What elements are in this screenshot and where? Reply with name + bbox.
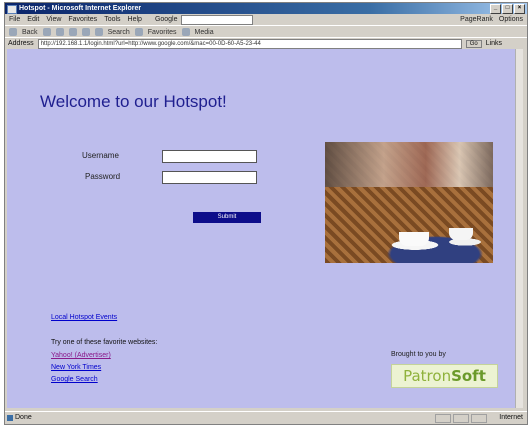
search-icon[interactable] xyxy=(94,28,103,36)
menu-file[interactable]: File xyxy=(9,16,20,23)
address-label: Address xyxy=(8,40,34,47)
favorites-icon[interactable] xyxy=(134,28,143,36)
forward-icon[interactable] xyxy=(42,28,51,36)
username-input[interactable] xyxy=(162,150,257,163)
favorite-link-google[interactable]: Google Search xyxy=(51,376,98,383)
ie-icon xyxy=(7,5,17,14)
favorites-button[interactable]: Favorites xyxy=(148,29,177,36)
sponsor-label: Brought to you by xyxy=(391,351,446,358)
home-icon[interactable] xyxy=(81,28,90,36)
favorites-heading: Try one of these favorite websites: xyxy=(51,339,158,346)
google-toolbar: Google xyxy=(155,14,253,25)
page-title: Welcome to our Hotspot! xyxy=(40,92,227,111)
coffee-cup xyxy=(399,232,429,246)
google-search-input[interactable] xyxy=(180,14,253,25)
menu-favorites[interactable]: Favorites xyxy=(68,16,97,23)
back-icon[interactable] xyxy=(9,28,17,36)
address-input[interactable]: http://192.168.1.1/login.html?url=http:/… xyxy=(37,38,462,49)
go-button[interactable]: Go xyxy=(465,39,482,48)
menu-view[interactable]: View xyxy=(46,16,61,23)
media-icon[interactable] xyxy=(181,28,190,36)
cafe-photo xyxy=(325,142,493,263)
favorite-link-nytimes[interactable]: New York Times xyxy=(51,364,101,371)
menu-bar: File Edit View Favorites Tools Help Goog… xyxy=(5,14,527,25)
vertical-scrollbar[interactable] xyxy=(515,49,523,408)
page-icon xyxy=(7,415,13,421)
menu-edit[interactable]: Edit xyxy=(27,16,39,23)
status-bar: Done Internet xyxy=(5,411,527,424)
stop-icon[interactable] xyxy=(55,28,64,36)
local-events-link[interactable]: Local Hotspot Events xyxy=(51,314,117,321)
media-button[interactable]: Media xyxy=(195,29,214,36)
page-content: Welcome to our Hotspot! Username Passwor… xyxy=(7,49,523,408)
password-label: Password xyxy=(85,172,121,181)
back-button[interactable]: Back xyxy=(22,29,38,36)
links-button[interactable]: Links xyxy=(486,40,502,47)
minimize-button[interactable]: _ xyxy=(490,4,501,14)
pagerank-button[interactable]: PageRank xyxy=(460,16,493,23)
search-button[interactable]: Search xyxy=(108,29,130,36)
maximize-button[interactable]: □ xyxy=(502,4,513,14)
submit-button[interactable]: Submit xyxy=(193,212,261,223)
window-title: Hotspot - Microsoft Internet Explorer xyxy=(19,5,142,12)
patronsoft-logo[interactable]: PatronSoft xyxy=(391,364,498,388)
status-text: Done xyxy=(15,414,32,421)
username-label: Username xyxy=(82,151,119,160)
close-button[interactable]: × xyxy=(514,4,525,14)
password-input[interactable] xyxy=(162,171,257,184)
address-bar: Address http://192.168.1.1/login.html?ur… xyxy=(5,37,527,49)
menu-help[interactable]: Help xyxy=(128,16,142,23)
browser-window: Hotspot - Microsoft Internet Explorer _ … xyxy=(4,2,528,425)
menu-tools[interactable]: Tools xyxy=(104,16,120,23)
coffee-cup xyxy=(449,228,473,240)
options-button[interactable]: Options xyxy=(499,16,523,23)
title-bar: Hotspot - Microsoft Internet Explorer _ … xyxy=(5,3,527,14)
favorite-link-yahoo[interactable]: Yahoo! (Advertiser) xyxy=(51,352,111,359)
refresh-icon[interactable] xyxy=(68,28,77,36)
google-label[interactable]: Google xyxy=(155,16,178,23)
internet-zone: Internet xyxy=(499,414,523,421)
